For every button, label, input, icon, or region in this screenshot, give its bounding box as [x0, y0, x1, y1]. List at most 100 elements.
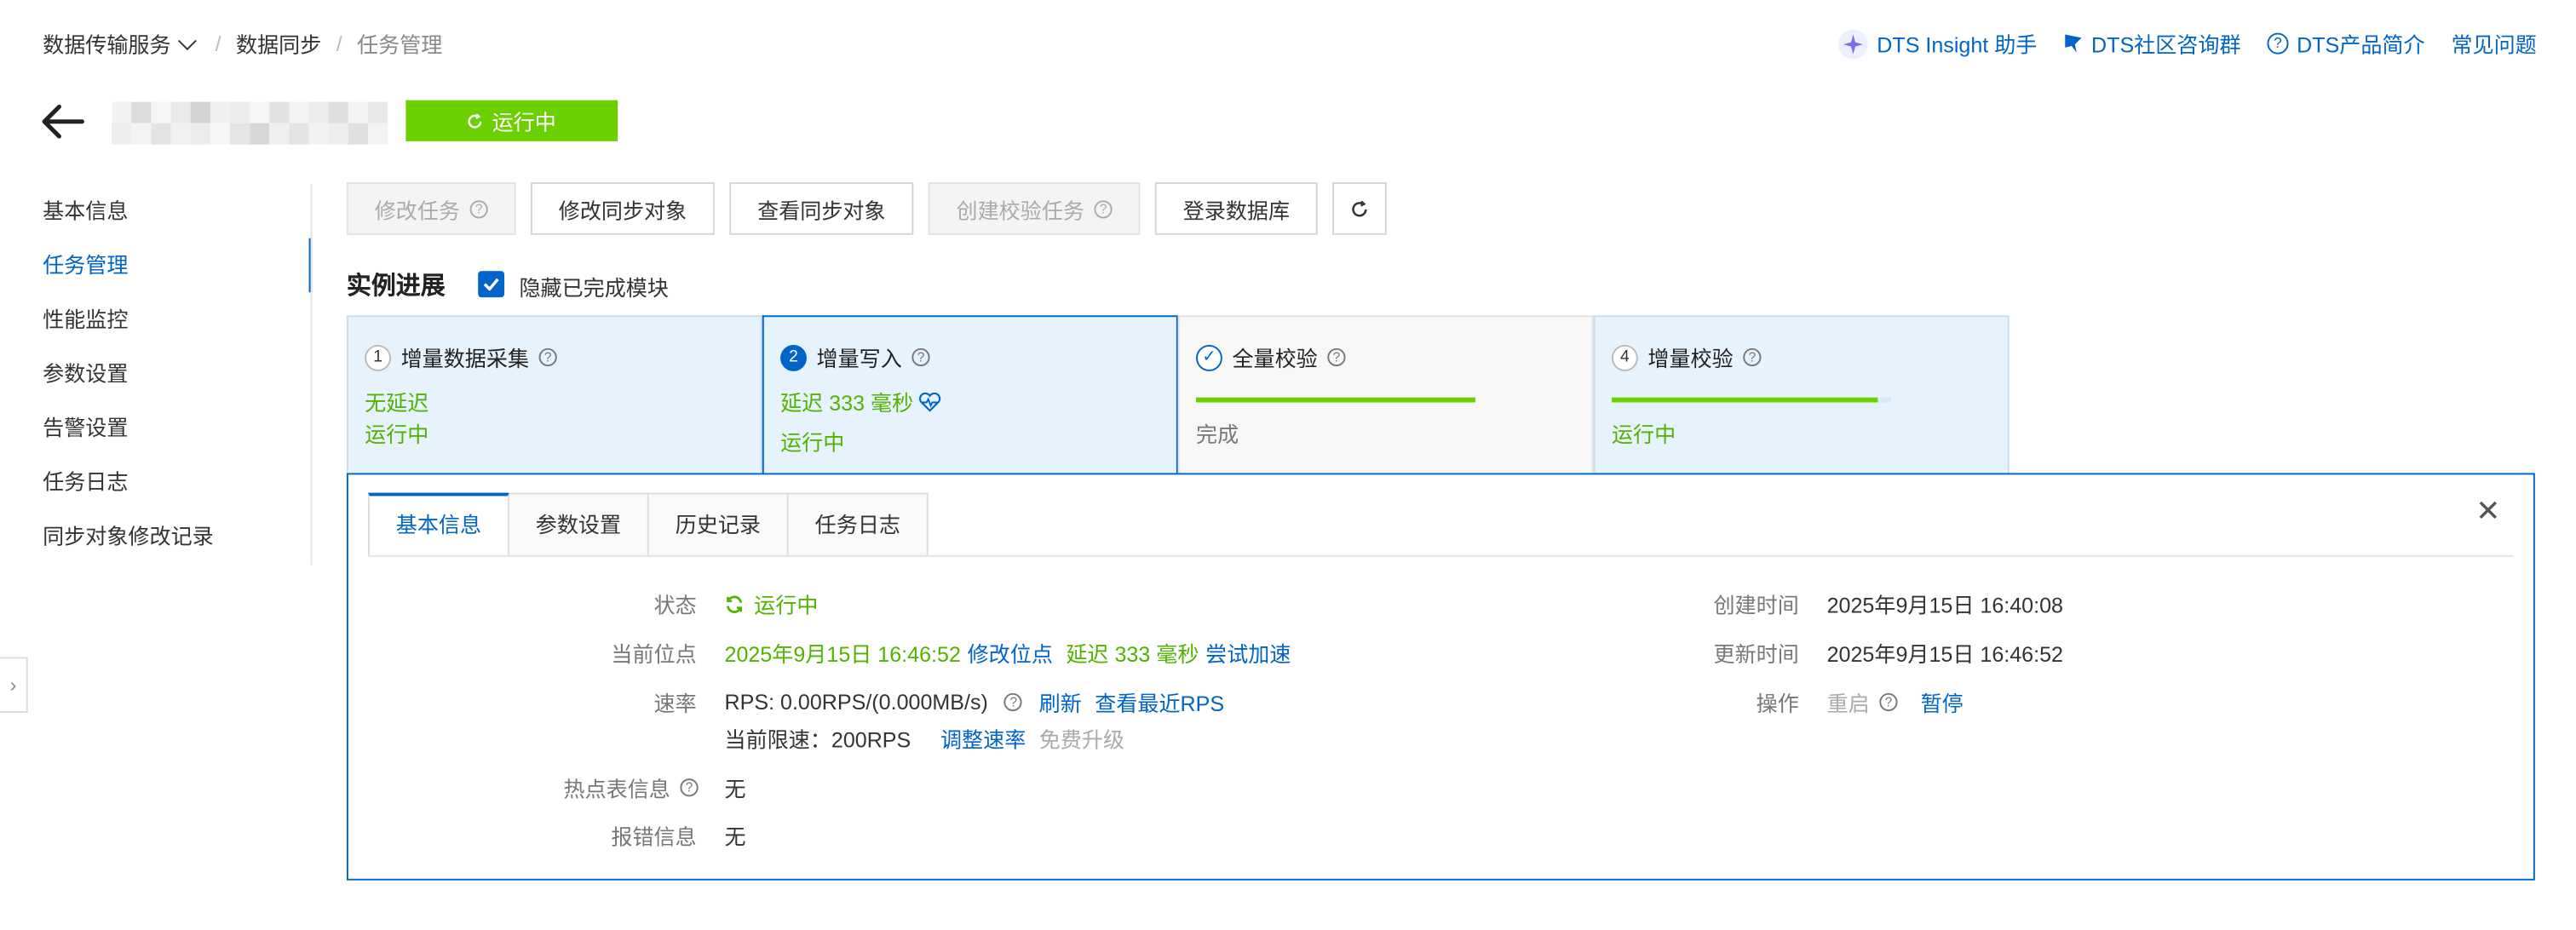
help-icon: ?: [1879, 692, 1898, 712]
nav-item-task-log[interactable]: 任务日志: [0, 455, 312, 509]
breadcrumb-service[interactable]: 数据传输服务: [43, 28, 170, 60]
pause-button[interactable]: 暂停: [1921, 686, 1964, 718]
step-progress-bar: [1196, 397, 1475, 403]
step-name: 增量写入: [816, 346, 902, 371]
nav-item-alerts[interactable]: 告警设置: [0, 401, 312, 456]
step-number: 1: [365, 344, 392, 370]
step-delay: 无延迟: [365, 391, 429, 416]
question-circle-icon: ?: [2267, 32, 2289, 55]
create-check-label: 创建校验任务: [956, 198, 1084, 223]
hide-done-checkbox[interactable]: [478, 271, 505, 298]
rate-label: 速率: [653, 691, 697, 716]
nav-divider: [310, 184, 313, 565]
nav-item-performance[interactable]: 性能监控: [0, 292, 312, 347]
created-label: 创建时间: [1713, 593, 1799, 618]
step-delay-row: 延迟 333 毫秒: [780, 386, 941, 417]
ops-row: 重启 ? 暂停: [1827, 686, 1964, 718]
help-icon: ?: [1004, 692, 1023, 712]
step-incremental-write[interactable]: 2 增量写入? 延迟 333 毫秒 运行中: [762, 315, 1178, 477]
updated-value: 2025年9月15日 16:46:52: [1826, 642, 2063, 668]
step-full-check[interactable]: ✓ 全量校验? 完成: [1177, 315, 1594, 475]
modify-task-label: 修改任务: [374, 198, 461, 223]
top-bar: 数据传输服务 / 数据同步 / 任务管理 DTS Insight 助手 DTS社…: [0, 0, 2576, 85]
nav-item-task-management[interactable]: 任务管理: [0, 238, 313, 293]
login-db-button[interactable]: 登录数据库: [1154, 182, 1318, 235]
rate-row: RPS: 0.00RPS/(0.000MB/s) ? 刷新 查看最近RPS: [725, 686, 1225, 718]
help-icon: ?: [1094, 199, 1113, 218]
modify-task-button[interactable]: 修改任务 ?: [346, 182, 516, 235]
tab-history[interactable]: 历史记录: [648, 492, 789, 557]
breadcrumb: 数据传输服务 / 数据同步 / 任务管理: [43, 28, 442, 60]
help-icon: ?: [469, 199, 488, 218]
nav-item-basic-info[interactable]: 基本信息: [0, 184, 312, 238]
help-icon: ?: [1743, 347, 1762, 367]
back-arrow-icon[interactable]: [39, 102, 85, 141]
community-label: DTS社区咨询群: [2091, 32, 2241, 58]
sidebar-toggle[interactable]: ›: [0, 657, 28, 714]
hide-done-label: 隐藏已完成模块: [519, 276, 669, 301]
instance-name-redacted: [112, 101, 388, 145]
position-value: 2025年9月15日 16:46:52: [724, 642, 961, 668]
step-incremental-check[interactable]: 4 增量校验? 运行中: [1593, 315, 2010, 475]
step-incremental-collect[interactable]: 1 增量数据采集? 无延迟 运行中: [346, 315, 762, 475]
step-status: 运行中: [365, 422, 429, 447]
tab-basic-info[interactable]: 基本信息: [368, 492, 509, 557]
free-upgrade-link[interactable]: 免费升级: [1039, 723, 1124, 755]
sync-icon: [727, 594, 743, 612]
step-progress-fill: [1611, 397, 1877, 403]
status-badge: 运行中: [405, 100, 618, 141]
left-nav: 基本信息 任务管理 性能监控 参数设置 告警设置 任务日志 同步对象修改记录: [0, 184, 313, 564]
detail-panel: ✕ 基本信息 参数设置 历史记录 任务日志 状态 运行中 当前位点 2025年9…: [346, 473, 2535, 881]
chevron-down-icon[interactable]: [177, 32, 197, 51]
refresh-link[interactable]: 刷新: [1039, 686, 1082, 718]
step-status: 运行中: [780, 430, 845, 456]
step-progress-fill: [1196, 397, 1475, 403]
insight-label: DTS Insight 助手: [1877, 32, 2038, 58]
detail-tabs: 基本信息 参数设置 历史记录 任务日志: [368, 492, 929, 557]
rate-value: RPS: 0.00RPS/(0.000MB/s): [724, 690, 988, 715]
progress-title: 实例进展: [346, 273, 446, 301]
help-icon: ?: [680, 778, 699, 797]
nav-item-object-changes[interactable]: 同步对象修改记录: [0, 509, 312, 564]
recent-rps-link[interactable]: 查看最近RPS: [1095, 686, 1224, 718]
limit-value: 当前限速：200RPS: [724, 727, 911, 753]
create-check-button[interactable]: 创建校验任务 ?: [928, 182, 1141, 235]
modify-position-link[interactable]: 修改位点: [968, 637, 1053, 669]
ops-label: 操作: [1756, 691, 1799, 716]
hot-value: 无: [724, 777, 746, 802]
breadcrumb-sync[interactable]: 数据同步: [236, 28, 321, 60]
heartbeat-icon: [918, 391, 941, 411]
delay-value: 延迟 333 毫秒: [1066, 642, 1199, 668]
refresh-icon: [469, 112, 483, 128]
insight-link[interactable]: DTS Insight 助手: [1838, 28, 2038, 60]
hot-label: 热点表信息: [563, 777, 670, 802]
help-icon: ?: [911, 347, 930, 367]
step-name: 增量校验: [1647, 346, 1734, 371]
step-status: 完成: [1196, 422, 1239, 447]
tab-task-log[interactable]: 任务日志: [788, 492, 929, 557]
toolbar: 修改任务 ? 修改同步对象 查看同步对象 创建校验任务 ? 登录数据库: [346, 182, 1387, 235]
check-circle-icon: ✓: [1196, 344, 1222, 370]
error-value: 无: [724, 824, 746, 850]
view-objects-button[interactable]: 查看同步对象: [729, 182, 914, 235]
nav-item-params[interactable]: 参数设置: [0, 347, 312, 401]
tab-divider: [368, 554, 2514, 557]
pin-icon: [2065, 34, 2082, 53]
restart-button[interactable]: 重启: [1827, 686, 1870, 718]
limit-row: 当前限速：200RPS 调整速率 免费升级: [725, 723, 1125, 755]
updated-label: 更新时间: [1713, 642, 1799, 668]
chevron-right-icon: ›: [9, 673, 17, 697]
modify-objects-button[interactable]: 修改同步对象: [530, 182, 716, 235]
tab-params[interactable]: 参数设置: [509, 492, 649, 557]
community-link[interactable]: DTS社区咨询群: [2063, 28, 2241, 60]
product-link[interactable]: ? DTS产品简介: [2267, 28, 2425, 60]
product-label: DTS产品简介: [2297, 32, 2425, 58]
try-speedup-link[interactable]: 尝试加速: [1205, 637, 1291, 669]
refresh-button[interactable]: [1332, 182, 1387, 235]
faq-link[interactable]: 常见问题: [2451, 28, 2536, 60]
step-status: 运行中: [1611, 422, 1676, 447]
close-icon[interactable]: ✕: [2475, 495, 2500, 530]
status-label: 状态: [653, 593, 697, 618]
adjust-rate-link[interactable]: 调整速率: [940, 723, 1026, 755]
status-value: 运行中: [754, 593, 819, 618]
